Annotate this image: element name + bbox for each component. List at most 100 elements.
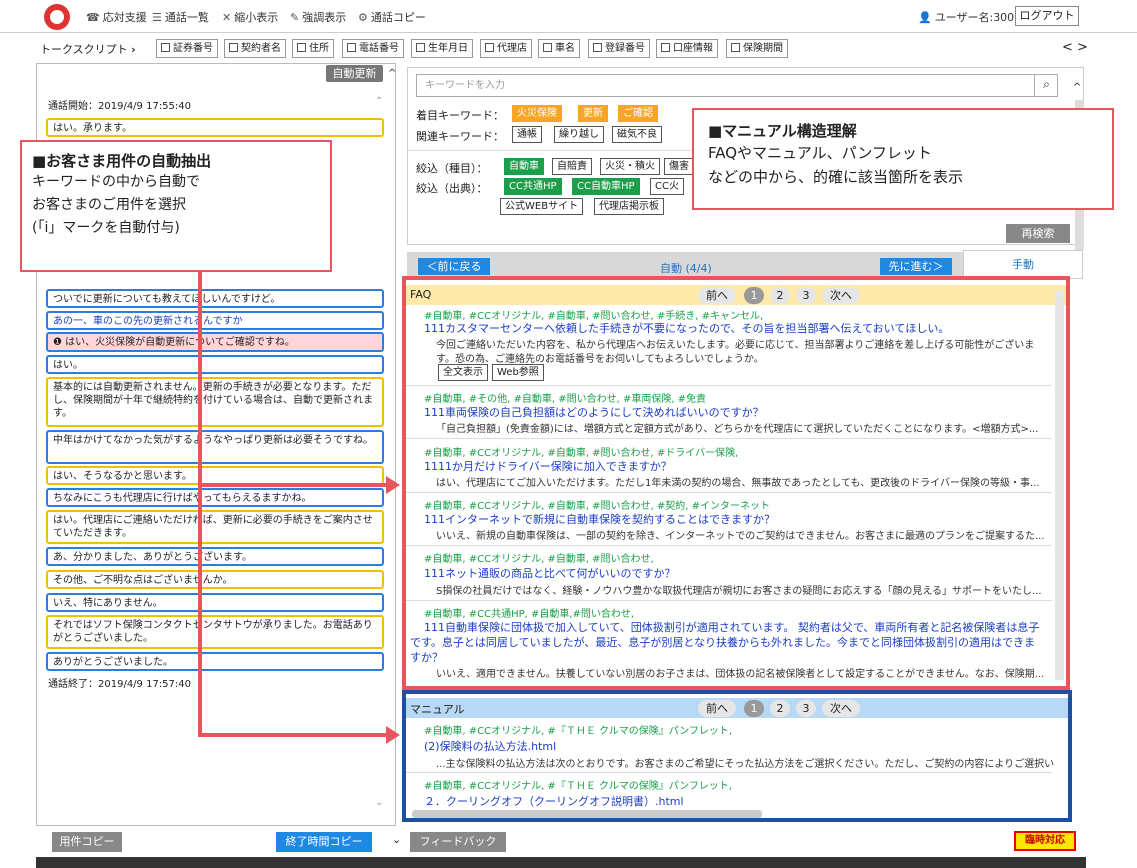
nav-call-copy[interactable]: ⚙ 通話コピー [358,9,426,25]
filter-type-chip[interactable]: 火災・積火 [600,158,660,175]
focus-keyword-chip[interactable]: 更新 [578,105,608,122]
faq-pager-prev[interactable]: 前へ [698,287,736,304]
divider [406,600,1052,601]
manual-entry-title[interactable]: ２．クーリングオフ（クーリングオフ説明書）.html [424,793,684,809]
related-keyword-chip[interactable]: 磁気不良 [612,126,662,143]
message-bubble: ちなみにこうも代理店に行けばやってもらえるますかね。 [46,488,384,507]
annotation-arrow [200,483,390,487]
chevron-up-icon[interactable]: ^ [388,68,396,79]
callout-title: ■マニュアル構造理解 [708,122,857,140]
filter-type-label: 絞込（種目）： [416,162,488,175]
copy-request-button[interactable]: 用件コピー [52,832,122,852]
faq-entry-title[interactable]: 1111か月だけドライバー保険に加入できますか？ [424,458,672,474]
auto-page-label: 自動 (4/4) [660,262,712,275]
message-bubble: あの一、車のこの先の更新されるんですか [46,311,384,330]
focus-keyword-chip[interactable]: 火災保険 [512,105,562,122]
focus-keyword-chip[interactable]: ご確認 [618,105,658,122]
message-bubble: 基本的には自動更新されません。更新の手続きが必要となります。ただし、保険期間が十… [46,377,384,427]
script-chip[interactable]: 証券番号 [156,39,218,58]
nav-call-list[interactable]: ☰ 通話一覧 [152,9,209,25]
nav-shrink[interactable]: ✕ 縮小表示 [222,9,278,25]
faq-entry-title[interactable]: 111車両保険の自己負担額はどのようにして決めればいいのですか？ [424,404,764,420]
nav-highlight[interactable]: ✎ 強調表示 [290,9,346,25]
script-chip[interactable]: 口座情報 [656,39,718,58]
talk-script-label[interactable]: トークスクリプト › [40,41,136,57]
message-bubble-highlight: ❶ はい、火災保険が自動更新についてご確認ですね。 [46,332,384,352]
talk-script-bar: トークスクリプト › 証券番号 契約者名 住所 電話番号 生年月日 代理店 車名… [0,36,1137,62]
faq-entry-title[interactable]: 111自動車保険に団体扱で加入していて、団体扱割引が適用されています。 契約者は… [424,619,1039,635]
related-keyword-chip[interactable]: 通帳 [512,126,542,143]
faq-pager-next[interactable]: 次へ [822,287,860,304]
manual-pager-page[interactable]: 2 [770,700,790,717]
logout-button[interactable]: ログアウト [1015,6,1079,26]
list-icon: ☰ [152,11,162,24]
filter-type-chip[interactable]: 自賠責 [552,158,592,175]
faq-entry-title[interactable]: 111ネット通販の商品と比べて何がいいのですか？ [424,565,676,581]
urgent-response-button[interactable]: 臨時対応 [1014,831,1076,851]
manual-pager-page[interactable]: 3 [796,700,816,717]
chevron-up-icon[interactable]: ^ [1073,82,1081,93]
logo-icon [44,4,70,30]
filter-source-chip[interactable]: 代理店掲示板 [594,198,664,215]
manual-pager-prev[interactable]: 前へ [698,700,736,717]
next-button[interactable]: 先に進む＞ [880,258,952,275]
faq-entry-title[interactable]: 111カスタマーセンターへ依頼した手続きが不要になったので、その旨を担当部署へ伝… [424,320,949,336]
faq-entry-title[interactable]: すか？ [410,649,443,665]
script-chip[interactable]: 電話番号 [342,39,404,58]
script-chip[interactable]: 登録番号 [588,39,650,58]
script-chip[interactable]: 住所 [292,39,334,58]
script-chip[interactable]: 代理店 [480,39,532,58]
faq-scrollbar[interactable] [1055,290,1064,680]
research-button[interactable]: 再検索 [1006,224,1070,243]
faq-pager-page[interactable]: 2 [770,287,790,304]
search-input[interactable]: キーワードを入力 [416,74,1058,97]
filter-source-chip[interactable]: 公式WEBサイト [500,198,584,215]
filter-source-chip[interactable]: CC火 [650,178,684,195]
faq-pager-page[interactable]: 3 [796,287,816,304]
script-nav-arrows[interactable]: < > [1062,40,1088,55]
filter-source-chip[interactable]: CC自動車HP [572,178,640,195]
chevron-down-icon[interactable]: ⌄ [392,833,401,846]
annotation-arrow [198,272,202,737]
script-chip[interactable]: 保険期間 [726,39,788,58]
prev-button[interactable]: ＜前に戻る [418,258,490,275]
faq-entry-tags: #自動車, #CC共通HP, #自動車,#問い合わせ, [424,609,635,620]
script-chip[interactable]: 契約者名 [224,39,286,58]
manual-pager-next[interactable]: 次へ [822,700,860,717]
scroll-down-icon[interactable]: ⌄ [375,797,383,808]
manual-h-scrollbar[interactable] [412,810,762,818]
faq-pager-page[interactable]: 1 [744,287,764,304]
manual-pager-page[interactable]: 1 [744,700,764,717]
faq-entry-title[interactable]: 111インターネットで新規に自動車保険を契約することはできますか？ [424,511,775,527]
faq-entry-title[interactable]: です。息子とは同居していましたが、最近、息子が別居となり扶養からも外れました。今… [410,634,1035,650]
feedback-button[interactable]: フィードバック [410,832,506,852]
divider [406,492,1052,493]
focus-keyword-label: 着目キーワード： [416,109,504,122]
manual-entry-body: ...主な保険料の払込方法は次のとおりです。お客さまのご希望にそった払込方法をご… [436,759,1054,770]
search-icon[interactable]: ⌕ [1034,74,1058,97]
web-ref-button[interactable]: Web参照 [492,364,544,381]
message-bubble: はい。 [46,355,384,374]
related-keyword-chip[interactable]: 繰り越し [554,126,604,143]
manual-entry-title[interactable]: (2)保険料の払込方法.html [424,738,556,754]
callout-line: などの中から、的確に該当箇所を表示 [708,168,964,186]
faq-entry-tags: #自動車, #CCオリジナル, #自動車, #問い合わせ, #契約, #インター… [424,501,771,512]
manual-title: マニュアル [410,703,465,716]
end-time-copy-button[interactable]: 終了時間コピー [276,832,372,852]
script-chip[interactable]: 車名 [538,39,580,58]
filter-source-chip[interactable]: CC共通HP [504,178,562,195]
auto-update-button[interactable]: 自動更新 [326,65,383,82]
scroll-up-icon[interactable]: ⌃ [375,96,383,107]
annotation-arrow [200,733,390,737]
divider [406,545,1052,546]
script-chip[interactable]: 生年月日 [411,39,473,58]
arrow-head [386,726,400,744]
faq-entry-body: はい、代理店にてご加入いただけます。ただし1年未満の契約の場合、無事故であったと… [436,478,1040,489]
tab-manual[interactable]: 手動 [963,250,1083,279]
message-bubble: あ、分かりました、ありがとうございます。 [46,547,384,566]
full-text-button[interactable]: 全文表示 [438,364,488,381]
filter-type-chip[interactable]: 傷害 [664,158,694,175]
filter-type-chip[interactable]: 自動車 [504,158,544,175]
nav-support[interactable]: ☎ 応対支援 [86,9,147,25]
divider [406,772,1052,773]
